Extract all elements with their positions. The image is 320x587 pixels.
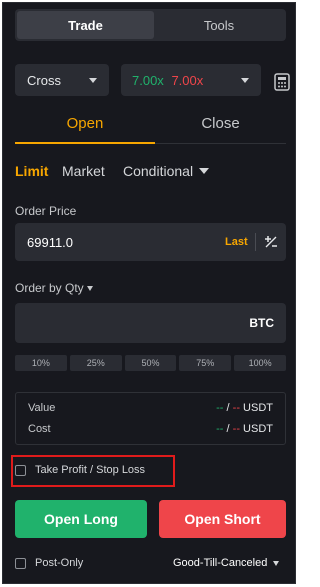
order-type-conditional[interactable]: Conditional — [123, 163, 210, 179]
cost-short: -- — [232, 423, 240, 435]
summary-cost-row: Cost -- / -- USDT — [28, 423, 273, 435]
open-long-button[interactable]: Open Long — [15, 500, 147, 538]
tab-close[interactable]: Close — [155, 111, 286, 135]
tab-tools[interactable]: Tools — [154, 11, 284, 39]
qty-unit: BTC — [249, 316, 274, 330]
tab-open[interactable]: Open — [15, 111, 155, 135]
time-in-force-value: Good-Till-Canceled — [173, 557, 268, 569]
value-separator: / — [226, 402, 230, 414]
cost-currency: USDT — [243, 423, 273, 435]
top-tab-bar: Trade Tools — [15, 9, 286, 41]
caret-down-icon — [86, 285, 93, 291]
order-summary: Value -- / -- USDT Cost -- / -- USDT — [15, 392, 286, 445]
tpsl-checkbox[interactable] — [15, 464, 26, 476]
conditional-label: Conditional — [123, 163, 194, 179]
order-type-limit[interactable]: Limit — [15, 163, 48, 179]
post-only-checkbox[interactable] — [15, 557, 26, 569]
order-type-market[interactable]: Market — [62, 163, 105, 179]
cost-separator: / — [226, 423, 230, 435]
pct-50-button[interactable]: 50% — [124, 355, 177, 371]
leverage-long: 7.00x — [132, 72, 164, 88]
post-only-toggle[interactable]: Post-Only — [15, 557, 83, 569]
tab-divider — [155, 143, 286, 144]
caret-down-icon — [199, 168, 210, 174]
cost-label: Cost — [28, 423, 51, 435]
order-price-input[interactable]: 69911.0 Last — [15, 223, 286, 261]
pct-25-button[interactable]: 25% — [69, 355, 122, 371]
leverage-short: 7.00x — [171, 72, 204, 88]
summary-value-row: Value -- / -- USDT — [28, 402, 273, 414]
trade-panel: Trade Tools Cross 7.00x 7.00x Open Close… — [2, 2, 296, 584]
value-label: Value — [28, 402, 56, 414]
value-amount: -- / -- USDT — [216, 402, 273, 414]
open-short-button[interactable]: Open Short — [159, 500, 286, 538]
tpsl-label: Take Profit / Stop Loss — [35, 464, 146, 476]
order-qty-mode-select[interactable]: Order by Qty — [15, 281, 93, 295]
leverage-select[interactable]: 7.00x 7.00x — [121, 64, 261, 96]
open-tab-underline — [15, 142, 155, 144]
price-divider — [255, 233, 256, 251]
caret-down-icon — [89, 77, 97, 83]
margin-mode-select[interactable]: Cross — [15, 64, 109, 96]
order-price-label: Order Price — [15, 204, 77, 218]
cost-long: -- — [216, 423, 224, 435]
value-short: -- — [232, 402, 240, 414]
leverage-values: 7.00x 7.00x — [132, 73, 203, 88]
plus-minus-icon[interactable] — [264, 235, 278, 249]
order-qty-input[interactable]: BTC — [15, 303, 286, 343]
time-in-force-select[interactable]: Good-Till-Canceled — [173, 557, 280, 569]
pct-75-button[interactable]: 75% — [179, 355, 232, 371]
last-price-button[interactable]: Last — [225, 236, 248, 248]
margin-mode-value: Cross — [27, 72, 61, 88]
cost-amount: -- / -- USDT — [216, 423, 273, 435]
calculator-icon[interactable] — [274, 73, 290, 91]
order-price-value: 69911.0 — [27, 235, 74, 250]
post-only-label: Post-Only — [35, 557, 84, 569]
value-long: -- — [216, 402, 224, 414]
value-currency: USDT — [243, 402, 273, 414]
order-qty-label: Order by Qty — [15, 281, 84, 295]
caret-down-icon — [241, 77, 249, 83]
pct-10-button[interactable]: 10% — [15, 355, 67, 371]
tpsl-toggle[interactable]: Take Profit / Stop Loss — [15, 464, 145, 476]
pct-100-button[interactable]: 100% — [234, 355, 286, 371]
caret-down-icon — [273, 560, 280, 566]
percentage-selector: 10% 25% 50% 75% 100% — [15, 355, 286, 371]
tab-trade[interactable]: Trade — [17, 11, 154, 39]
